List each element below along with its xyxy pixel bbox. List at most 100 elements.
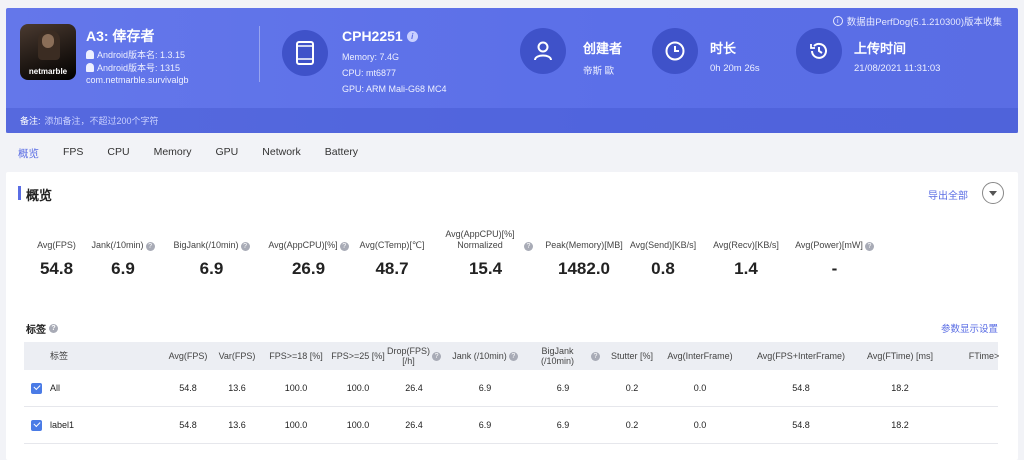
tab-memory[interactable]: Memory	[154, 146, 192, 161]
metric-label: BigJank(/10min)?	[164, 227, 259, 251]
metric-label: Peak(Memory)[MB]	[545, 240, 623, 250]
column-header: Stutter [%]	[610, 351, 654, 361]
table-cell: 26.4	[405, 420, 423, 430]
creator-value: 帝斯 歐	[583, 66, 615, 77]
table-cell: 13.6	[228, 420, 246, 430]
metric-label: Avg(AppCPU)[%]?	[261, 227, 356, 251]
table-cell: 0.0	[693, 383, 707, 393]
metric-value: 48.7	[375, 259, 409, 278]
table-row[interactable]: label1 54.8 13.6 100.0 100.0 26.4 6.9 6.9 0.2 0.0…	[24, 407, 998, 444]
metric-value: 1.4	[734, 259, 758, 278]
metric-label: Avg(Send)[KB/s]	[629, 240, 697, 250]
clock-icon	[652, 28, 698, 74]
row-label: All	[50, 383, 61, 393]
expand-button[interactable]	[982, 182, 1004, 204]
column-header: FTime>	[968, 351, 1000, 361]
metric-7: Avg(Send)[KB/s] 0.8	[618, 227, 708, 279]
table-cell: 54.8	[179, 420, 197, 430]
table-cell: 0.2	[625, 420, 639, 430]
tags-title: 标签 ?	[26, 321, 58, 336]
duration-title: 时长	[710, 41, 737, 56]
help-icon[interactable]: ?	[864, 242, 874, 251]
help-icon[interactable]: ?	[524, 242, 533, 251]
upload-title: 上传时间	[854, 41, 907, 56]
table-cell: 0.2	[625, 383, 639, 393]
table-cell: 18.2	[891, 383, 909, 393]
column-header: Avg(InterFrame)	[667, 351, 733, 361]
table-header: 标签 Avg(FPS) Var(FPS) FPS>=18 [%] FPS>=25 [%]…	[24, 342, 999, 370]
table-cell: 100.0	[284, 420, 308, 430]
tab-battery[interactable]: Battery	[325, 146, 358, 161]
table-row[interactable]: All 54.8 13.6 100.0 100.0 26.4 6.9 6.9 0.2 0.0 54.…	[24, 370, 998, 407]
metric-9: Avg(Power)[mW]? -	[787, 227, 882, 279]
metric-label: Jank(/10min)?	[78, 227, 168, 251]
tab-network[interactable]: Network	[262, 146, 301, 161]
column-header: Avg(FPS+InterFrame)	[756, 351, 846, 361]
android-icon	[86, 50, 94, 59]
row-checkbox[interactable]	[31, 382, 42, 394]
table-cell: 54.8	[792, 383, 810, 393]
row-label: label1	[50, 420, 75, 430]
table-body: All 54.8 13.6 100.0 100.0 26.4 6.9 6.9 0.2 0.0 54.…	[24, 370, 998, 444]
upload-value: 21/08/2021 11:31:03	[854, 63, 941, 74]
creator-title: 创建者	[583, 41, 623, 56]
device-gpu: GPU: ARM Mali-G68 MC4	[342, 84, 447, 94]
device-info-icon[interactable]: i	[406, 30, 418, 42]
metric-5: Avg(AppCPU)[%] Normalized? 15.4	[438, 227, 533, 279]
export-all-link[interactable]: 导出全部	[928, 187, 968, 202]
table-cell: 6.9	[478, 420, 492, 430]
metric-3: Avg(AppCPU)[%]? 26.9	[261, 227, 356, 279]
metric-value: 6.9	[199, 259, 224, 278]
column-header: 标签	[50, 351, 69, 361]
report-header: i 数据由PerfDog(5.1.210300)版本收集 netmarble A…	[6, 8, 1018, 133]
table-cell: 54.8	[179, 383, 197, 393]
metric-value: 15.4	[468, 259, 503, 278]
metric-8: Avg(Recv)[KB/s] 1.4	[701, 227, 791, 279]
table-cell: 18.2	[891, 420, 909, 430]
tab-gpu[interactable]: GPU	[216, 146, 239, 161]
duration-value: 0h 20m 26s	[710, 63, 760, 74]
help-icon[interactable]: ?	[240, 242, 250, 251]
table-cell: 6.9	[478, 383, 492, 393]
table-cell: 6.9	[556, 420, 570, 430]
row-checkbox[interactable]	[31, 419, 42, 431]
metric-2: BigJank(/10min)? 6.9	[164, 227, 259, 279]
note-bar: 备注: 添加备注，不超过200个字符	[6, 108, 1018, 133]
column-header: FPS>=18 [%]	[269, 351, 323, 361]
metric-label: Avg(Recv)[KB/s]	[713, 240, 779, 250]
device-model: CPH2251 i	[342, 28, 418, 44]
metric-label: Avg(AppCPU)[%] Normalized?	[438, 227, 533, 251]
help-icon[interactable]: ?	[145, 242, 155, 251]
metric-4: Avg(CTemp)[℃] 48.7	[347, 227, 437, 279]
device-cpu: CPU: mt6877	[342, 68, 397, 78]
tab-fps[interactable]: FPS	[63, 146, 83, 161]
display-settings-link[interactable]: 参数显示设置	[941, 321, 998, 335]
info-icon: i	[832, 16, 843, 26]
column-header: Var(FPS)	[218, 351, 256, 361]
table-cell: 0.0	[693, 420, 707, 430]
data-source-text: 数据由PerfDog(5.1.210300)版本收集	[846, 17, 1002, 28]
tab-cpu[interactable]: CPU	[107, 146, 129, 161]
table-cell: 6.9	[556, 383, 570, 393]
note-input[interactable]: 添加备注，不超过200个字符	[45, 114, 159, 127]
overview-panel: 概览 导出全部 Avg(FPS) 54.8 Jank(/10min)? 6.9 BigJ…	[6, 172, 1018, 460]
metric-label: Avg(CTemp)[℃]	[359, 240, 425, 250]
app-icon: netmarble	[20, 24, 76, 80]
help-icon[interactable]: ?	[508, 351, 518, 361]
tab-overview[interactable]: 概览	[18, 146, 39, 161]
tags-table: 标签 Avg(FPS) Var(FPS) FPS>=18 [%] FPS>=25 [%]…	[24, 342, 999, 444]
section-title: 概览	[26, 188, 53, 203]
phone-icon	[282, 30, 328, 76]
table-cell: 54.8	[792, 420, 810, 430]
column-header: Drop(FPS) [/h]?	[387, 346, 442, 366]
metric-value: 1482.0	[558, 259, 610, 278]
help-icon[interactable]: ?	[591, 351, 600, 361]
header-divider	[259, 26, 260, 82]
help-icon[interactable]: ?	[432, 351, 442, 361]
app-icon-logo: netmarble	[28, 67, 68, 76]
section-accent-bar	[18, 186, 21, 200]
chevron-down-icon	[989, 190, 997, 196]
metric-1: Jank(/10min)? 6.9	[78, 227, 168, 279]
table-cell: 100.0	[346, 420, 370, 430]
help-icon[interactable]: ?	[49, 324, 58, 333]
